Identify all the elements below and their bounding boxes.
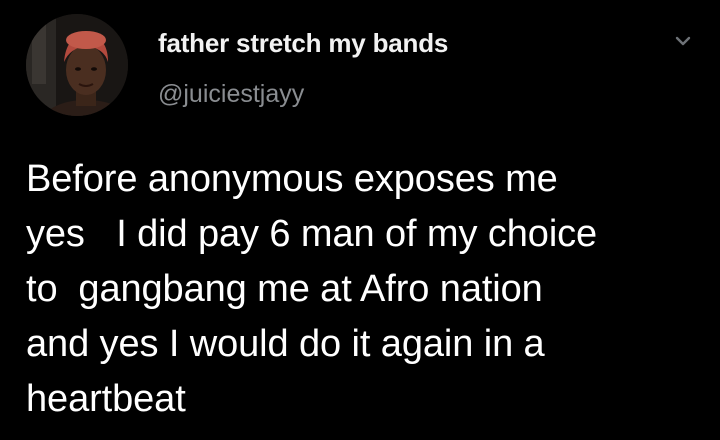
display-name[interactable]: father stretch my bands (158, 28, 448, 59)
tweet-card: father stretch my bands @juiciestjayy Be… (0, 0, 720, 440)
tweet-text: Before anonymous exposes me yes I did pa… (26, 158, 598, 420)
avatar-photo (26, 14, 128, 116)
avatar[interactable] (26, 14, 128, 116)
chevron-down-icon[interactable] (668, 26, 698, 56)
user-handle[interactable]: @juiciestjayy (158, 80, 304, 109)
